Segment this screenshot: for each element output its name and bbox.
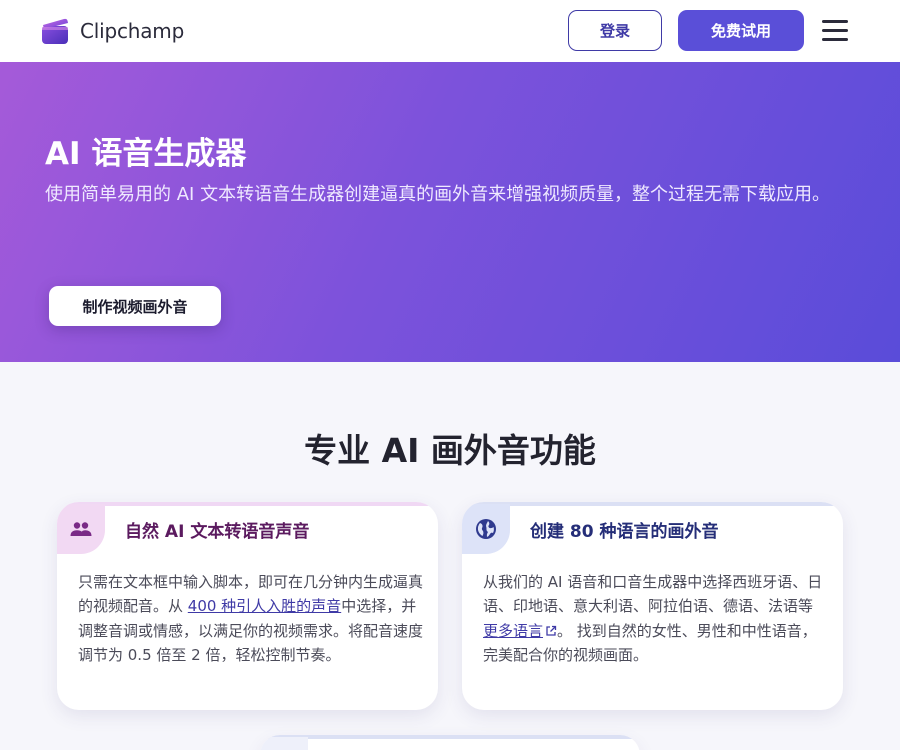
- hamburger-menu-icon[interactable]: [822, 20, 848, 42]
- hero-title: AI 语音生成器: [45, 136, 247, 172]
- external-link-icon: [546, 625, 557, 636]
- voices-link[interactable]: 400 种引人入胜的声音: [188, 597, 341, 615]
- feature-icon: [260, 737, 308, 750]
- clipchamp-logo[interactable]: Clipchamp: [40, 15, 184, 47]
- feature-card-languages: 创建 80 种语言的画外音 从我们的 AI 语音和口音生成器中选择西班牙语、日语…: [462, 502, 843, 710]
- login-button[interactable]: 登录: [568, 10, 662, 51]
- features-heading: 专业 AI 画外音功能: [304, 431, 596, 470]
- feature-card-title: 自然 AI 文本转语音声音: [125, 522, 310, 542]
- card-accent-line: [462, 502, 843, 506]
- card-accent-line: [57, 502, 438, 506]
- card-body-text: 从我们的 AI 语音和口音生成器中选择西班牙语、日语、印地语、意大利语、阿拉伯语…: [483, 573, 823, 616]
- create-voiceover-button[interactable]: 制作视频画外音: [49, 286, 221, 326]
- feature-card-body: 只需在文本框中输入脚本，即可在几分钟内生成逼真的视频配音。从 400 种引人入胜…: [78, 570, 423, 667]
- feature-card-body: 从我们的 AI 语音和口音生成器中选择西班牙语、日语、印地语、意大利语、阿拉伯语…: [483, 570, 828, 667]
- free-trial-button[interactable]: 免费试用: [678, 10, 804, 51]
- feature-card-partial: [260, 735, 640, 750]
- globe-icon: [462, 504, 510, 554]
- feature-card-natural-voices: 自然 AI 文本转语音声音 只需在文本框中输入脚本，即可在几分钟内生成逼真的视频…: [57, 502, 438, 710]
- people-icon: [57, 504, 105, 554]
- logo-text: Clipchamp: [80, 19, 185, 43]
- top-navigation: Clipchamp 登录 免费试用: [0, 0, 900, 62]
- hero-banner: AI 语音生成器 使用简单易用的 AI 文本转语音生成器创建逼真的画外音来增强视…: [0, 62, 900, 362]
- hero-subtitle: 使用简单易用的 AI 文本转语音生成器创建逼真的画外音来增强视频质量，整个过程无…: [45, 184, 831, 205]
- clipchamp-logo-icon: [42, 18, 68, 44]
- more-languages-link[interactable]: 更多语言: [483, 622, 557, 640]
- card-accent-line: [260, 735, 640, 739]
- more-languages-label: 更多语言: [483, 621, 544, 640]
- feature-card-title: 创建 80 种语言的画外音: [530, 522, 719, 542]
